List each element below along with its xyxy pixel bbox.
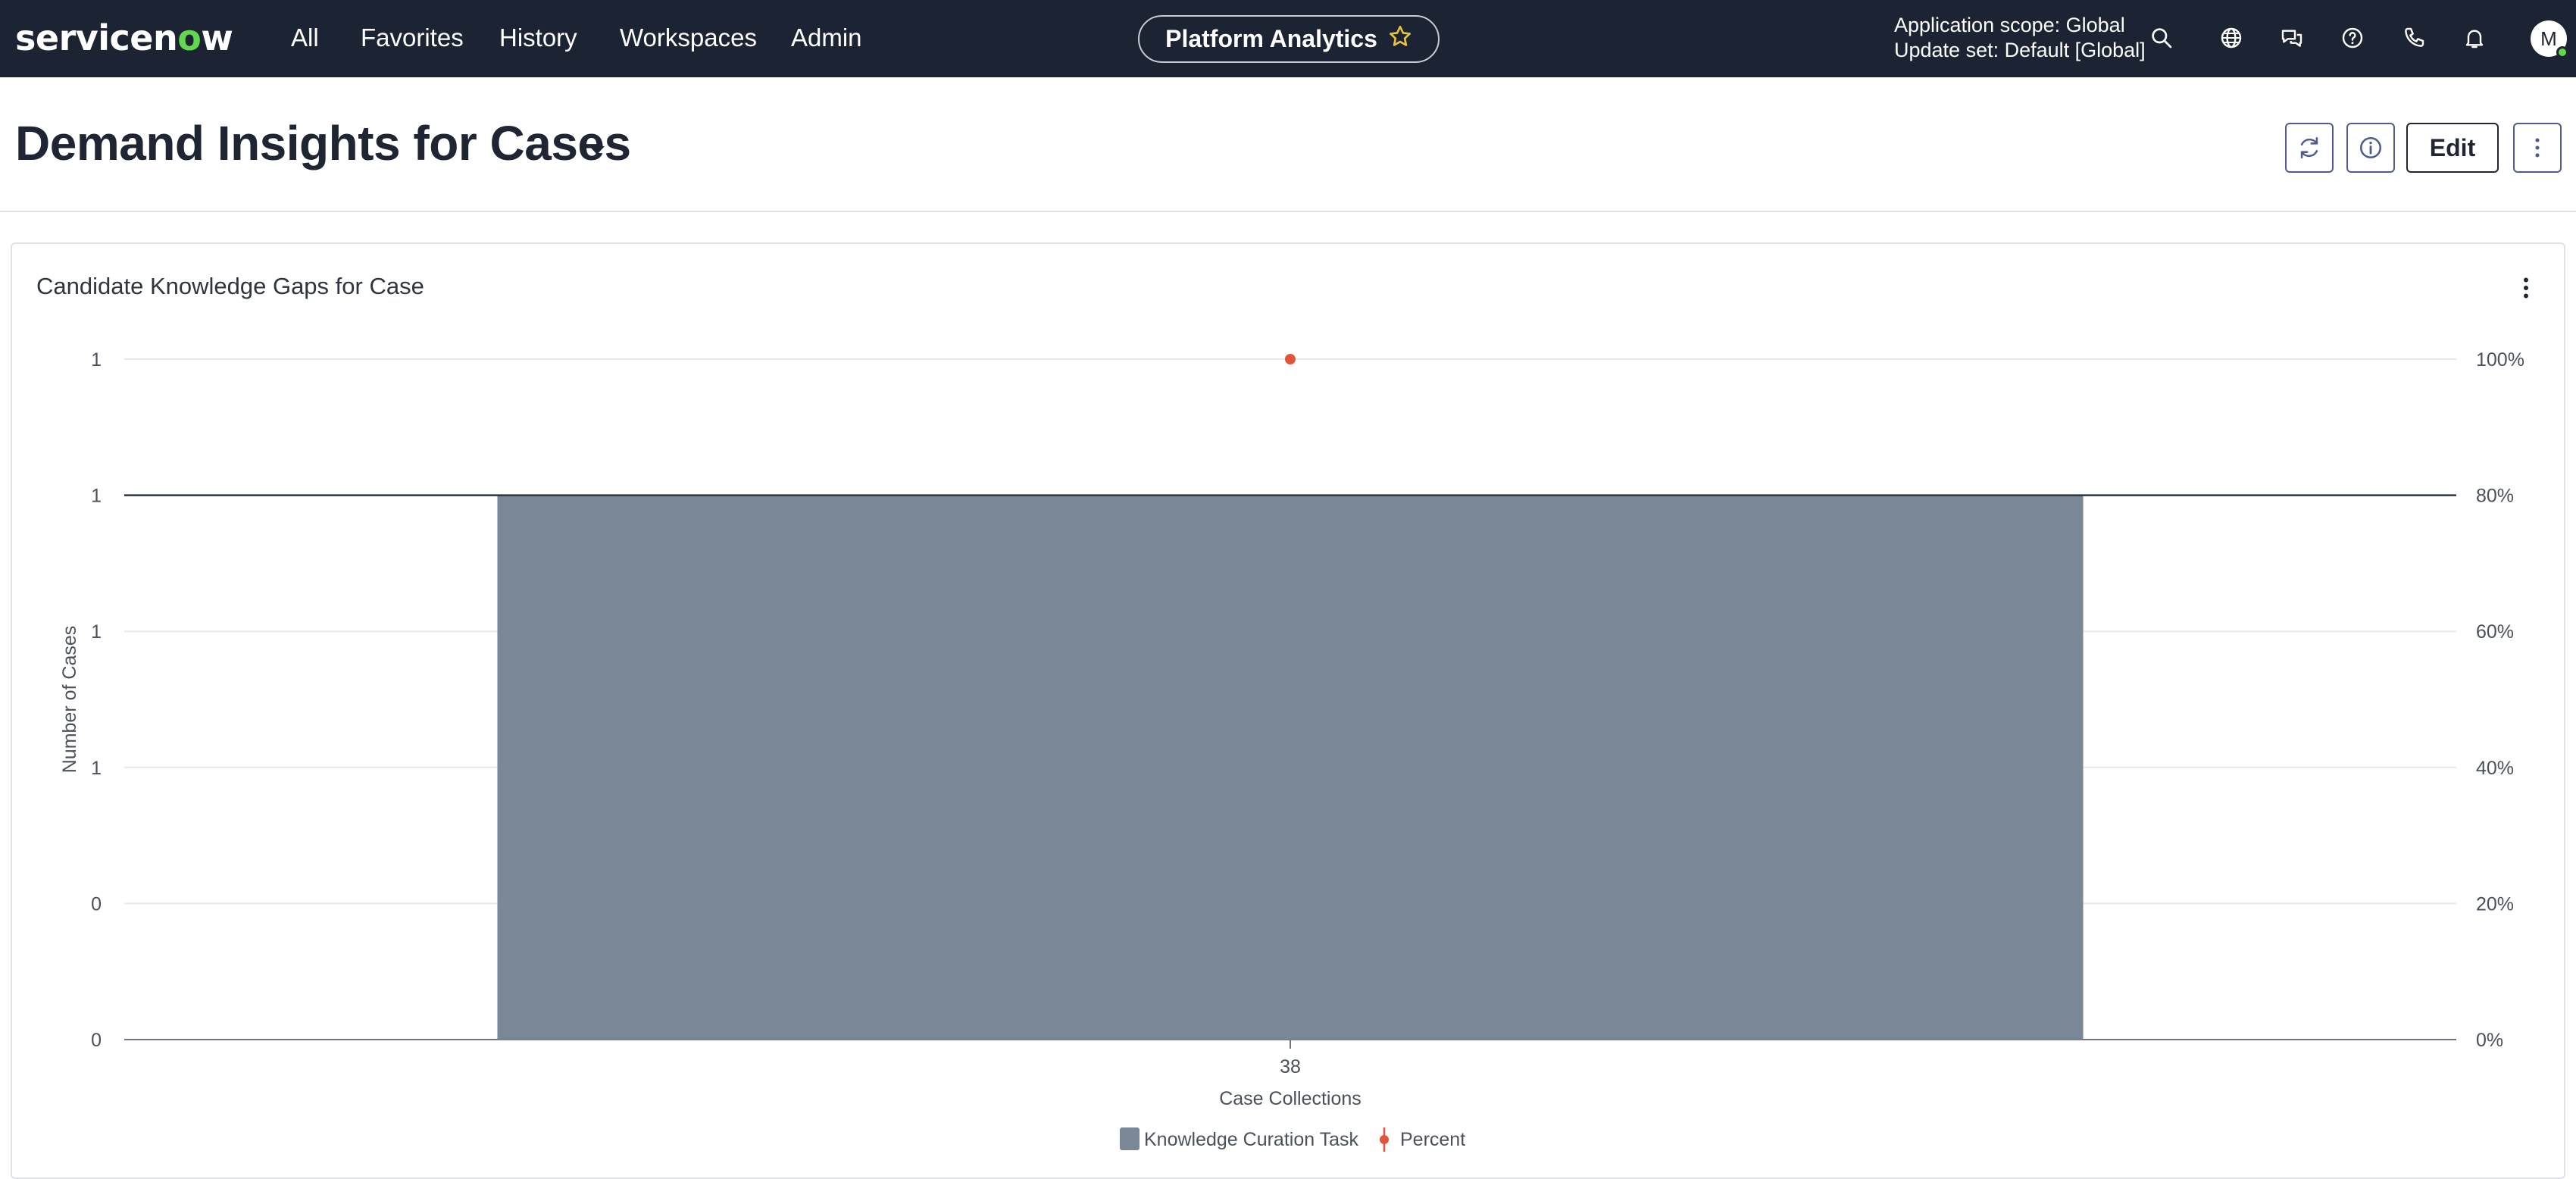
- bell-icon[interactable]: [2459, 23, 2490, 53]
- percent-point: [1285, 354, 1296, 364]
- nav-link-favorites[interactable]: Favorites: [361, 21, 464, 55]
- nav-link-history[interactable]: History: [499, 21, 577, 55]
- page-title: Demand Insights for Cases: [15, 116, 631, 170]
- user-avatar[interactable]: M: [2531, 20, 2568, 58]
- avatar-initial: M: [2540, 27, 2557, 50]
- servicenow-logo[interactable]: servicen o w: [15, 15, 233, 61]
- pill-label: Platform Analytics: [1165, 25, 1377, 52]
- globe-icon[interactable]: [2216, 23, 2246, 53]
- y-left-tick-label: 0: [91, 893, 102, 915]
- star-icon[interactable]: [1388, 24, 1412, 55]
- update-set-line: Update set: Default [Global]: [1894, 39, 2146, 61]
- logo-text-o: o: [177, 17, 202, 58]
- y-right-tick-label: 40%: [2476, 758, 2514, 779]
- logo-text-prefix: servicen: [15, 17, 178, 58]
- legend-label-bar: Knowledge Curation Task: [1144, 1129, 1359, 1150]
- help-icon[interactable]: [2337, 23, 2368, 53]
- info-icon: [2359, 136, 2382, 159]
- bar: [497, 495, 2084, 1040]
- y-axis-label: Number of Cases: [59, 626, 80, 774]
- platform-analytics-pill[interactable]: Platform Analytics: [1138, 15, 1440, 63]
- page-header: Demand Insights for Cases Edit: [0, 77, 2576, 212]
- y-left-tick-label: 1: [91, 758, 102, 779]
- y-left-tick-label: 0: [91, 1030, 102, 1051]
- x-tick-label: 38: [1280, 1056, 1301, 1077]
- y-right-tick-label: 60%: [2476, 621, 2514, 643]
- edit-button[interactable]: Edit: [2406, 123, 2499, 173]
- y-left-tick-label: 1: [91, 621, 102, 643]
- nav-link-all[interactable]: All: [291, 21, 319, 55]
- top-navigation-bar: servicen o w All Favorites History Workspa…: [0, 0, 2576, 77]
- y-right-tick-label: 0%: [2476, 1030, 2503, 1051]
- refresh-icon: [2300, 136, 2318, 159]
- nav-link-workspaces[interactable]: Workspaces: [620, 21, 757, 55]
- info-button[interactable]: [2346, 123, 2395, 173]
- report-card: Candidate Knowledge Gaps for Case 0 0% 0 20…: [11, 242, 2565, 1179]
- refresh-button[interactable]: [2285, 123, 2334, 173]
- legend-label-line: Percent: [1400, 1129, 1465, 1150]
- y-right-tick-label: 80%: [2476, 486, 2514, 507]
- phone-icon[interactable]: [2399, 23, 2429, 53]
- scope-line: Application scope: Global: [1894, 14, 2125, 36]
- chart: 0 0% 0 20% 1 40% 1 60% 1 80% 1 100% 38 Case Collectio…: [59, 349, 2524, 1152]
- legend-swatch-point: [1380, 1135, 1389, 1144]
- y-right-tick-label: 20%: [2476, 893, 2514, 915]
- search-icon[interactable]: [2146, 23, 2177, 53]
- application-scope-info[interactable]: Application scope: Global Update set: De…: [1894, 13, 2146, 63]
- online-status-dot: [2556, 46, 2568, 58]
- kebab-menu-icon: [2535, 138, 2540, 158]
- logo-text-suffix: w: [201, 17, 233, 58]
- dashboard-dropdown-icon[interactable]: [585, 140, 609, 158]
- x-axis-label: Case Collections: [1219, 1088, 1361, 1109]
- nav-link-admin[interactable]: Admin: [791, 21, 862, 55]
- y-left-tick-label: 1: [91, 349, 102, 371]
- chat-icon[interactable]: [2277, 23, 2307, 53]
- more-options-button[interactable]: [2513, 123, 2562, 173]
- y-left-tick-label: 1: [91, 486, 102, 507]
- y-right-tick-label: 100%: [2476, 349, 2524, 371]
- legend-swatch-bar: [1120, 1127, 1140, 1150]
